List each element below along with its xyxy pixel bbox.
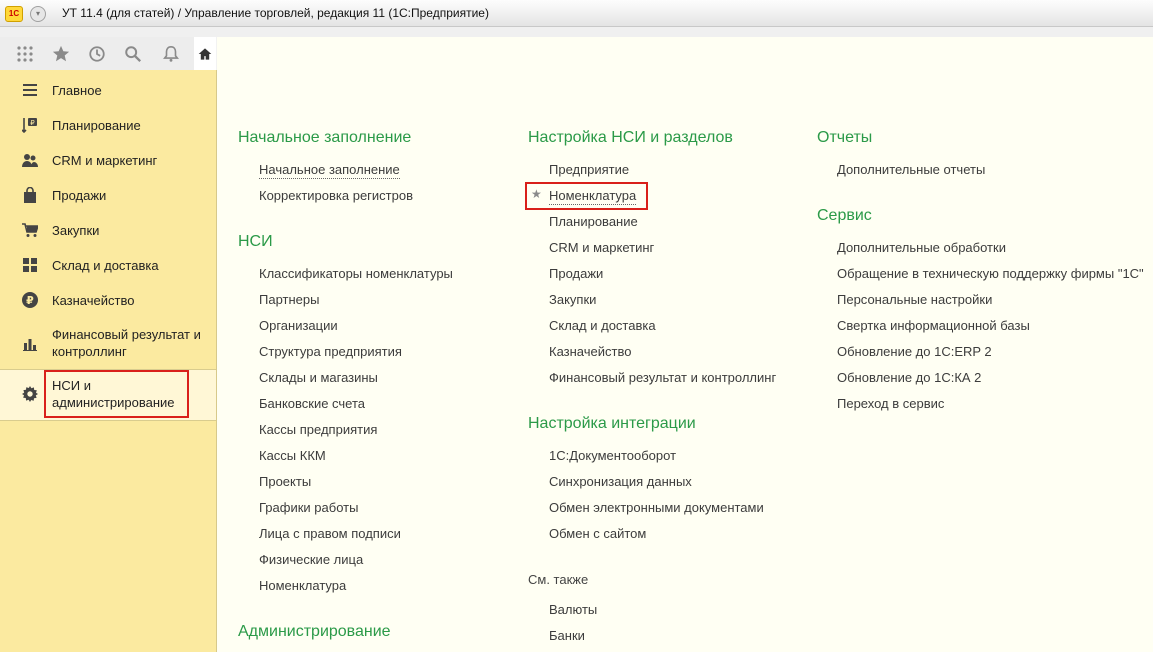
- highlight-frame: [44, 370, 189, 418]
- svg-text:₽: ₽: [26, 294, 34, 307]
- link-item[interactable]: Предприятие: [549, 162, 629, 177]
- link-item[interactable]: Физические лица: [259, 552, 363, 567]
- section-title: Настройка НСИ и разделов: [528, 129, 733, 146]
- link-item[interactable]: Банки: [549, 628, 585, 643]
- link-item[interactable]: Дополнительные обработки: [837, 240, 1006, 255]
- title-strip: [0, 27, 1153, 37]
- section-title: Администрирование: [238, 623, 391, 640]
- link-item[interactable]: Кассы ККМ: [259, 448, 326, 463]
- sidebar-item-label: Продажи: [52, 187, 107, 203]
- bag-icon: [22, 187, 38, 203]
- toolbar: [0, 37, 216, 72]
- link-item[interactable]: Синхронизация данных: [549, 474, 692, 489]
- sidebar-item-label: CRM и маркетинг: [52, 152, 158, 168]
- link-item[interactable]: Классификаторы номенклатуры: [259, 266, 453, 281]
- sidebar-item-label: Финансовый результат и контроллинг: [52, 327, 201, 359]
- planning-icon: ₽: [22, 117, 38, 133]
- link-item[interactable]: 1С:Документооборот: [549, 448, 676, 463]
- sidebar-item-label: Главное: [52, 82, 102, 98]
- cart-icon: [22, 222, 38, 238]
- link-item[interactable]: Склад и доставка: [549, 318, 656, 333]
- link-item[interactable]: Персональные настройки: [837, 292, 992, 307]
- link-item[interactable]: CRM и маркетинг: [549, 240, 654, 255]
- sidebar-item-purchases[interactable]: Закупки: [0, 220, 216, 240]
- sidebar-item-sales[interactable]: Продажи: [0, 185, 216, 205]
- sidebar-item-label: Склад и доставка: [52, 257, 159, 273]
- ruble-icon: ₽: [22, 292, 38, 308]
- link-item[interactable]: Проекты: [259, 474, 311, 489]
- link-item[interactable]: Лица с правом подписи: [259, 526, 401, 541]
- sidebar-item-warehouse[interactable]: Склад и доставка: [0, 255, 216, 275]
- link-register-correction[interactable]: Корректировка регистров: [259, 188, 413, 203]
- link-item[interactable]: Свертка информационной базы: [837, 318, 1030, 333]
- window-title: УТ 11.4 (для статей) / Управление торгов…: [62, 6, 489, 20]
- warehouse-icon: [22, 257, 38, 273]
- svg-text:₽: ₽: [30, 119, 35, 127]
- link-item[interactable]: Обновление до 1С:ERP 2: [837, 344, 992, 359]
- main-panel: Начальное заполнение Начальное заполнени…: [217, 37, 1153, 652]
- sidebar-item-crm[interactable]: CRM и маркетинг: [0, 150, 216, 170]
- link-initial-fill[interactable]: Начальное заполнение: [259, 162, 400, 179]
- sidebar-item-planning[interactable]: ₽ Планирование: [0, 115, 216, 135]
- app-logo-icon: 1С: [5, 6, 23, 22]
- section-title: НСИ: [238, 233, 273, 250]
- home-icon[interactable]: [194, 37, 216, 72]
- link-item[interactable]: Партнеры: [259, 292, 319, 307]
- link-item[interactable]: Продажи: [549, 266, 603, 281]
- link-item[interactable]: Организации: [259, 318, 338, 333]
- sidebar-item-treasury[interactable]: ₽ Казначейство: [0, 290, 216, 310]
- sidebar-item-label: Планирование: [52, 117, 141, 133]
- link-item[interactable]: Обновление до 1С:КА 2: [837, 370, 981, 385]
- link-item[interactable]: Закупки: [549, 292, 596, 307]
- link-item[interactable]: Кассы предприятия: [259, 422, 377, 437]
- link-item[interactable]: Планирование: [549, 214, 638, 229]
- search-icon[interactable]: [116, 37, 150, 70]
- main-menu-button[interactable]: ▾: [30, 6, 46, 22]
- apps-grid-icon[interactable]: [8, 37, 42, 70]
- menu-lines-icon: [22, 82, 38, 98]
- link-item[interactable]: Казначейство: [549, 344, 631, 359]
- sidebar-item-finance[interactable]: Финансовый результат и контроллинг: [0, 326, 216, 360]
- link-item[interactable]: Графики работы: [259, 500, 358, 515]
- link-item[interactable]: Финансовый результат и контроллинг: [549, 370, 776, 385]
- section-title: Отчеты: [817, 129, 873, 146]
- sidebar-item-label: Закупки: [52, 222, 100, 238]
- history-icon[interactable]: [80, 37, 114, 70]
- link-item[interactable]: Дополнительные отчеты: [837, 162, 985, 177]
- bell-icon[interactable]: [154, 37, 188, 70]
- link-item[interactable]: Банковские счета: [259, 396, 365, 411]
- section-title: Начальное заполнение: [238, 129, 412, 146]
- link-item[interactable]: Склады и магазины: [259, 370, 378, 385]
- link-item[interactable]: Обращение в техническую поддержку фирмы …: [837, 266, 1144, 281]
- section-title: Сервис: [817, 207, 872, 224]
- section-title: Настройка интеграции: [528, 415, 696, 432]
- sidebar-item-label: Казначейство: [52, 292, 135, 308]
- highlight-frame: [525, 182, 648, 210]
- link-item[interactable]: Обмен электронными документами: [549, 500, 764, 515]
- gear-icon: [22, 386, 38, 402]
- star-icon[interactable]: [44, 37, 78, 70]
- link-item[interactable]: Структура предприятия: [259, 344, 402, 359]
- window-title-bar: 1С ▾ УТ 11.4 (для статей) / Управление т…: [0, 0, 1153, 27]
- link-item[interactable]: Номенклатура: [259, 578, 346, 593]
- see-also-title: См. также: [528, 572, 589, 587]
- sidebar-item-main[interactable]: Главное: [0, 80, 216, 100]
- link-item[interactable]: Переход в сервис: [837, 396, 944, 411]
- bar-chart-icon: [22, 336, 38, 352]
- crm-icon: [22, 152, 38, 168]
- sections-sidebar: Главное ₽ Планирование CRM и маркетинг П…: [0, 70, 217, 652]
- link-item[interactable]: Валюты: [549, 602, 597, 617]
- link-item[interactable]: Обмен с сайтом: [549, 526, 646, 541]
